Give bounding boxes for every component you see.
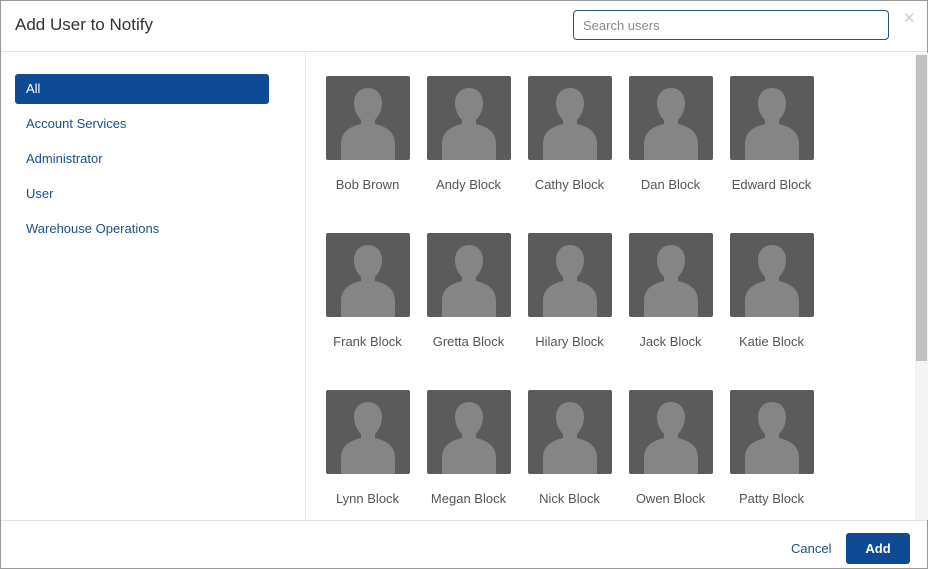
user-name: Frank Block: [333, 334, 402, 349]
user-name: Megan Block: [430, 491, 507, 506]
sidebar-item-label: Administrator: [26, 151, 103, 166]
add-user-dialog: Add User to Notify ✕ All Account Service…: [0, 0, 928, 569]
user-card[interactable]: Dan Block: [620, 76, 721, 206]
user-name: Andy Block: [435, 177, 502, 192]
user-avatar-icon: [730, 76, 814, 160]
user-name: Patty Block: [738, 491, 805, 506]
user-avatar-icon: [427, 76, 511, 160]
user-card[interactable]: Nick Block: [519, 390, 620, 520]
role-filter-sidebar: All Account Services Administrator User …: [1, 53, 306, 520]
user-name: Nick Block: [539, 491, 600, 506]
close-icon[interactable]: ✕: [903, 11, 916, 27]
cancel-button[interactable]: Cancel: [791, 541, 831, 556]
user-card[interactable]: Megan Block: [418, 390, 519, 520]
user-avatar-icon: [427, 390, 511, 474]
dialog-title: Add User to Notify: [15, 15, 153, 34]
sidebar-item-user[interactable]: User: [15, 179, 269, 209]
user-card[interactable]: Lynn Block: [317, 390, 418, 520]
user-avatar-icon: [528, 390, 612, 474]
user-avatar-icon: [629, 390, 713, 474]
dialog-header: Add User to Notify ✕: [1, 1, 927, 52]
sidebar-item-warehouse-operations[interactable]: Warehouse Operations: [15, 214, 269, 244]
sidebar-item-all[interactable]: All: [15, 74, 269, 104]
user-card[interactable]: Edward Block: [721, 76, 822, 206]
user-avatar-icon: [730, 390, 814, 474]
sidebar-item-label: Warehouse Operations: [26, 221, 160, 236]
user-card[interactable]: Jack Block: [620, 233, 721, 363]
user-avatar-icon: [629, 233, 713, 317]
user-name: Gretta Block: [432, 334, 505, 349]
sidebar-item-label: All: [26, 81, 41, 96]
dialog-footer: Cancel Add: [1, 520, 927, 568]
user-card[interactable]: Cathy Block: [519, 76, 620, 206]
user-avatar-icon: [326, 76, 410, 160]
user-name: Cathy Block: [534, 177, 605, 192]
user-card[interactable]: Hilary Block: [519, 233, 620, 363]
scrollbar-thumb[interactable]: [916, 55, 927, 361]
user-avatar-icon: [730, 233, 814, 317]
user-grid-scrollbar[interactable]: [915, 53, 928, 520]
user-avatar-icon: [326, 233, 410, 317]
user-name: Katie Block: [738, 334, 805, 349]
user-card[interactable]: Bob Brown: [317, 76, 418, 206]
user-name: Lynn Block: [335, 491, 400, 506]
search-input[interactable]: [573, 10, 889, 40]
user-card[interactable]: Gretta Block: [418, 233, 519, 363]
sidebar-item-administrator[interactable]: Administrator: [15, 144, 269, 174]
sidebar-item-label: User: [26, 186, 54, 201]
user-card[interactable]: Frank Block: [317, 233, 418, 363]
add-button[interactable]: Add: [846, 533, 910, 564]
user-name: Owen Block: [635, 491, 706, 506]
user-name: Bob Brown: [335, 177, 400, 192]
user-name: Jack Block: [639, 334, 702, 349]
user-card[interactable]: Andy Block: [418, 76, 519, 206]
user-grid: Bob Brown Andy Block Cathy Block Dan Blo…: [307, 53, 915, 520]
user-avatar-icon: [629, 76, 713, 160]
user-card[interactable]: Patty Block: [721, 390, 822, 520]
user-avatar-icon: [326, 390, 410, 474]
user-name: Dan Block: [640, 177, 701, 192]
user-avatar-icon: [528, 233, 612, 317]
sidebar-item-account-services[interactable]: Account Services: [15, 109, 269, 139]
user-name: Hilary Block: [535, 334, 604, 349]
user-avatar-icon: [528, 76, 612, 160]
sidebar-item-label: Account Services: [26, 116, 127, 131]
user-name: Edward Block: [731, 177, 812, 192]
user-card[interactable]: Owen Block: [620, 390, 721, 520]
user-avatar-icon: [427, 233, 511, 317]
user-card[interactable]: Katie Block: [721, 233, 822, 363]
